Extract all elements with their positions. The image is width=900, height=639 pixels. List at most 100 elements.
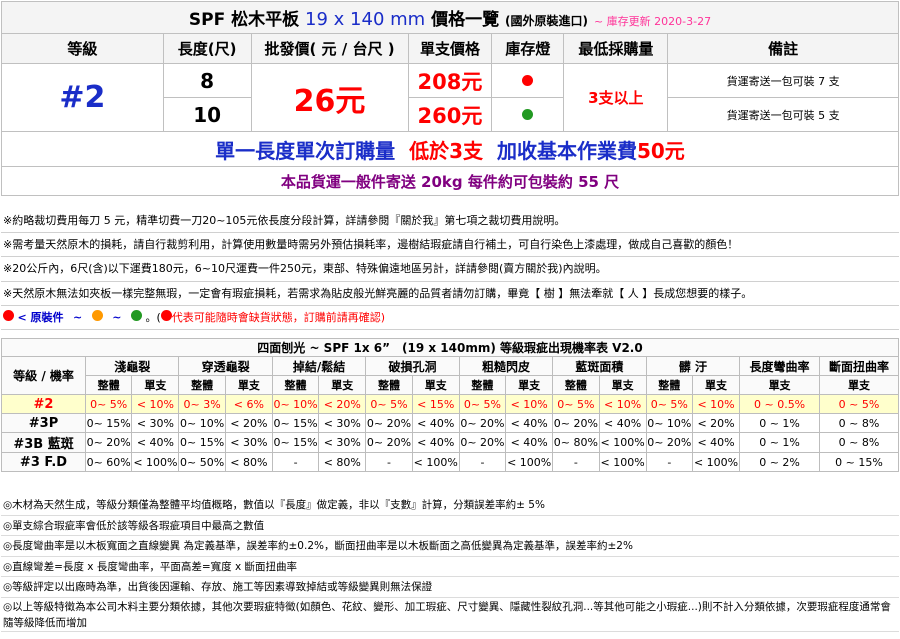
stock-legend: < 原裝件 ~ ~ 。(代表可能隨時會缺貨狀態，訂購前請再確認) — [1, 306, 899, 330]
note-line: ※約略裁切費用每刀 5 元，精準切費一刀20~105元依長度分段計算，詳請參閱『… — [1, 209, 899, 234]
legend-warn-prefix: 。( — [145, 310, 161, 324]
stock-light-red-icon — [522, 75, 534, 86]
sub-single: 單支 — [691, 375, 741, 395]
min-order-notice: 單一長度單次訂購量 低於3支 加收基本作業費50元 — [1, 131, 899, 167]
price-header-row: 等級 長度(尺) 批發價( 元 / 台尺 ) 單支價格 庫存燈 最低採購量 備註 — [1, 33, 899, 64]
defect-cell: < 40% — [691, 432, 741, 453]
legend-red-dot-icon — [3, 309, 14, 321]
defect-cell: - — [645, 452, 693, 472]
defect-cell: - — [552, 452, 600, 472]
note-line: ※需考量天然原木的損耗，請自行裁剪利用，計算使用數量時需另外預估損耗率，邊樹結瑕… — [1, 233, 899, 258]
defect-cell: < 40% — [411, 432, 460, 453]
defect-cell: 0~ 3% — [178, 394, 226, 414]
group-header: 髒 汙 — [645, 356, 741, 376]
defect-cell: - — [458, 452, 507, 472]
defect-cell: < 30% — [318, 432, 367, 453]
defect-cell: < 10% — [691, 394, 741, 414]
sub-single: 單支 — [598, 375, 647, 395]
defect-cell: < 80% — [224, 452, 273, 472]
defect-cell: < 100% — [505, 452, 554, 472]
stock-light-green-icon — [522, 109, 534, 120]
sub-whole: 整體 — [365, 375, 413, 395]
sub-whole: 整體 — [85, 375, 133, 395]
title-main: SPF 松木平板 — [188, 10, 300, 30]
defect-row-grade: #3 F.D — [0, 452, 87, 472]
sub-whole: 整體 — [178, 375, 226, 395]
defect-cell: < 30% — [224, 432, 273, 453]
group-header: 藍斑面積 — [552, 356, 647, 376]
defect-cell: 0~ 20% — [552, 413, 600, 433]
title-dims: 19 x 140 mm — [305, 9, 426, 30]
group-header: 穿透龜裂 — [178, 356, 273, 376]
defect-body: #2 0~ 5% < 10% 0~ 3% < 6% 0~ 10% < 20% 0~ 5% < 1… — [0, 394, 899, 472]
page-title: SPF 松木平板 19 x 140 mm 價格一覽 (國外原裝進口) ~ 庫存更… — [1, 1, 899, 34]
grade-rate-header: 等級 / 機率 — [0, 356, 87, 395]
group-header: 斷面扭曲率 — [819, 356, 899, 376]
footnote: ◎直線彎差=長度 x 長度彎曲率，平面高差=寬度 x 斷面扭曲率 — [1, 557, 899, 577]
defect-cell: 0 ~ 15% — [819, 452, 899, 472]
defect-cell: < 40% — [505, 432, 554, 453]
piece-price: 208元 — [407, 63, 493, 98]
defect-cell: < 80% — [318, 452, 367, 472]
header-length: 長度(尺) — [162, 33, 252, 64]
defect-cell: 0~ 10% — [271, 394, 320, 414]
footnote: ◎單支綜合瑕疵率會低於該等級各瑕疵項目中最高之數值 — [1, 516, 899, 536]
defect-row-grade: #3B 藍斑 — [0, 432, 87, 453]
defect-table-title: 四面刨光 ~ SPF 1x 6” (19 x 140mm) 等級瑕疵出現機率表 … — [1, 338, 899, 357]
defect-cell: 0~ 15% — [178, 432, 226, 453]
sub-whole: 整體 — [271, 375, 320, 395]
defect-sub-row: 整體 單支 整體 單支 整體 單支 整體 單支 整體 單支 整體 單支 整體 單… — [2, 375, 899, 395]
defect-cell: 0~ 20% — [458, 432, 507, 453]
defect-cell: < 40% — [411, 413, 460, 433]
min-purchase: 3支以上 — [563, 63, 669, 132]
defect-cell: 0~ 15% — [271, 432, 320, 453]
stock-light-cell — [491, 97, 565, 132]
defect-cell: 0~ 10% — [645, 413, 693, 433]
footnote: ◎等級評定以出廠時為準，出貨後因運輸、存放、施工等因素導致掉結或等級變異則無法保… — [1, 577, 899, 598]
legend-warn-red-dot-icon — [160, 309, 172, 321]
defect-cell: 0~ 80% — [552, 432, 600, 453]
defect-cell: < 100% — [598, 452, 647, 472]
defect-rate-table: 四面刨光 ~ SPF 1x 6” (19 x 140mm) 等級瑕疵出現機率表 … — [0, 338, 899, 472]
stock-light-cell — [491, 63, 565, 98]
defect-cell: < 15% — [411, 394, 460, 414]
defect-row: #3B 藍斑 0~ 20% < 40% 0~ 15% < 30% 0~ 15% < 30% 0… — [0, 432, 899, 453]
stock-updated-date: ~ 庫存更新 2020-3-27 — [593, 15, 712, 28]
defect-cell: 0 ~ 1% — [739, 432, 821, 453]
note-line: ※20公斤內，6尺(含)以下運費180元，6~10尺運費一件250元，東部、特殊… — [1, 257, 899, 282]
sub-whole: 整體 — [645, 375, 693, 395]
min-order-fee-text: 加收基本作業費 — [496, 138, 637, 163]
header-piece-price: 單支價格 — [407, 33, 493, 64]
header-remark: 備註 — [667, 33, 899, 64]
defect-cell: 0~ 15% — [85, 413, 133, 433]
sub-single: 單支 — [224, 375, 273, 395]
price-row: #2 8 26元 208元 3支以上 貨運寄送一包可裝 7 支 — [1, 63, 899, 132]
remark-cell: 貨運寄送一包可裝 5 支 — [667, 97, 899, 132]
defect-cell: < 40% — [598, 413, 647, 433]
defect-cell: < 6% — [224, 394, 273, 414]
defect-row-grade: #2 — [0, 394, 87, 414]
defect-row: #3P 0~ 15% < 30% 0~ 10% < 20% 0~ 15% < 30% 0~ 2… — [0, 413, 899, 433]
header-stock: 庫存燈 — [491, 33, 565, 64]
defect-cell: 0~ 10% — [178, 413, 226, 433]
defect-cell: < 20% — [691, 413, 741, 433]
header-moq: 最低採購量 — [563, 33, 669, 64]
defect-cell: < 10% — [505, 394, 554, 414]
defect-cell: 0 ~ 0.5% — [739, 394, 821, 414]
group-header: 掉結/鬆結 — [271, 356, 367, 376]
piece-price: 260元 — [407, 97, 493, 132]
defect-cell: 0 ~ 8% — [819, 413, 899, 433]
title-origin: (國外原裝進口) — [505, 14, 589, 28]
defect-cell: 0~ 5% — [645, 394, 693, 414]
defect-cell: 0~ 5% — [365, 394, 413, 414]
footnote: ◎長度彎曲率是以木板寬面之直線變異 為定義基準，誤差率約±0.2%，斷面扭曲率是… — [1, 536, 899, 557]
sub-single: 單支 — [739, 375, 821, 395]
defect-cell: 0 ~ 5% — [819, 394, 899, 414]
defect-cell: < 100% — [691, 452, 741, 472]
defect-cell: < 10% — [131, 394, 180, 414]
legend-separator: ~ — [112, 310, 122, 324]
defect-cell: 0~ 20% — [458, 413, 507, 433]
defect-cell: 0 ~ 8% — [819, 432, 899, 453]
min-order-threshold: 低於3支 — [409, 138, 484, 163]
defect-cell: < 40% — [505, 413, 554, 433]
